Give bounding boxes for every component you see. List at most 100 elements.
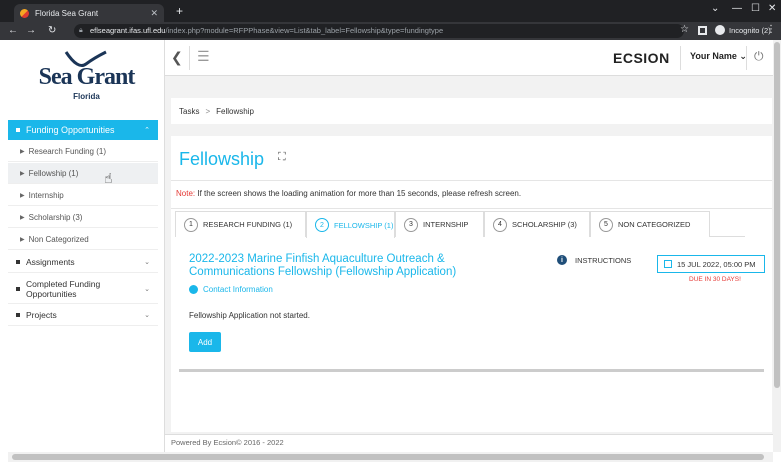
sidebar-subitem-fellowship[interactable]: ▶ Fellowship (1) (8, 163, 158, 184)
add-button[interactable]: Add (189, 332, 221, 352)
fullscreen-icon[interactable]: ⛶ (278, 151, 286, 164)
note-text: If the screen shows the loading animatio… (197, 189, 522, 198)
logo-title: Sea Grant (38, 64, 136, 90)
tab-number: 1 (184, 217, 198, 232)
tab-label: INTERNSHIP (423, 220, 469, 229)
scrollbar-thumb[interactable] (774, 42, 780, 388)
bullet-icon (16, 313, 20, 317)
address-bar-row: ← → ↻ 🔒︎ eflseagrant.ifas.ufl.edu/index.… (0, 22, 781, 40)
bullet-icon (16, 128, 20, 132)
browser-tab[interactable]: Florida Sea Grant ✕ (14, 4, 164, 22)
url-path: /index.php?module=RFPPhase&view=List&tab… (165, 26, 444, 35)
horizontal-scrollbar[interactable] (8, 452, 773, 462)
sidebar-subitem-label: Research Funding (1) (28, 146, 106, 156)
breadcrumb: Tasks > Fellowship (171, 98, 772, 124)
chevron-down-icon: ⌄ (144, 312, 150, 319)
new-tab-icon[interactable]: + (176, 4, 183, 18)
incognito-icon (715, 25, 725, 35)
tab-number: 3 (404, 217, 418, 232)
divider (680, 46, 681, 70)
instructions-link[interactable]: i INSTRUCTIONS (557, 255, 631, 265)
funding-tabs: 1 RESEARCH FUNDING (1) 2 FELLOWSHIP (1) … (175, 211, 745, 238)
info-icon: i (557, 255, 567, 265)
bookmark-star-icon[interactable]: ☆ (680, 24, 689, 35)
caret-right-icon: ▶ (20, 214, 25, 221)
tab-fellowship[interactable]: 2 FELLOWSHIP (1) (306, 211, 395, 238)
sidebar-subitem-research-funding[interactable]: ▶ Research Funding (1) (8, 141, 158, 162)
chevron-up-icon: ⌃ (144, 127, 150, 134)
reload-icon[interactable]: ↻ (48, 25, 56, 36)
contact-label: Contact Information (203, 285, 273, 294)
hand-cursor-icon: ☝ (104, 170, 113, 186)
sidebar-subitem-internship[interactable]: ▶ Internship (8, 185, 158, 206)
bullet-icon (16, 260, 20, 264)
url-input[interactable]: 🔒︎ eflseagrant.ifas.ufl.edu/index.php?mo… (74, 24, 684, 38)
user-menu[interactable]: Your Name ⌄ (690, 51, 747, 62)
sidebar: Sea Grant Florida Funding Opportunities … (8, 40, 165, 452)
tab-label: SCHOLARSHIP (3) (512, 220, 577, 229)
sea-grant-logo[interactable]: Sea Grant Florida (8, 40, 165, 120)
window-close-icon[interactable]: ✕ (768, 3, 776, 14)
scrollbar-thumb[interactable] (12, 454, 764, 460)
contact-information-link[interactable]: Contact Information (189, 285, 273, 294)
user-name: Your Name (690, 51, 737, 61)
loading-note: Note: If the screen shows the loading an… (176, 189, 521, 198)
application-status: Fellowship Application not started. (189, 311, 310, 320)
hamburger-menu-icon[interactable]: ☰ (197, 48, 210, 65)
minimize-icon[interactable]: — (732, 3, 742, 14)
sidebar-item-funding-opportunities[interactable]: Funding Opportunities ⌃ (8, 120, 158, 140)
brand-logo[interactable]: ECSION (613, 50, 670, 66)
favicon-icon (20, 8, 29, 18)
chevron-down-icon: ⌄ (144, 285, 150, 293)
caret-right-icon: ▶ (20, 192, 25, 199)
maximize-icon[interactable]: ☐ (751, 3, 760, 14)
tab-scholarship[interactable]: 4 SCHOLARSHIP (3) (484, 211, 590, 237)
sidebar-item-projects[interactable]: Projects ⌄ (8, 305, 158, 326)
application-panel: 2022-2023 Marine Finfish Aquaculture Out… (179, 243, 765, 372)
back-chevron-icon[interactable]: ❮ (171, 49, 183, 66)
tab-non-categorized[interactable]: 5 NON CATEGORIZED (590, 211, 710, 237)
due-countdown: DUE IN 30 DAYS! (689, 276, 741, 283)
calendar-icon (664, 260, 672, 268)
back-arrow-icon[interactable]: ← (8, 25, 18, 36)
tab-internship[interactable]: 3 INTERNSHIP (395, 211, 484, 237)
breadcrumb-separator: > (205, 106, 211, 116)
page-title: Fellowship (179, 149, 265, 169)
incognito-profile[interactable]: Incognito (2) (715, 25, 771, 35)
sidebar-subitem-scholarship[interactable]: ▶ Scholarship (3) (8, 207, 158, 228)
close-tab-icon[interactable]: ✕ (150, 8, 158, 19)
vertical-scrollbar[interactable] (773, 40, 781, 452)
divider (746, 46, 747, 70)
reader-mode-icon[interactable] (698, 26, 707, 35)
browser-tab-bar: Florida Sea Grant ✕ + ⌄ — ☐ ✕ (0, 0, 781, 22)
application-title[interactable]: 2022-2023 Marine Finfish Aquaculture Out… (189, 253, 519, 279)
sidebar-subitem-non-categorized[interactable]: ▶ Non Categorized (8, 229, 158, 250)
contact-icon (189, 285, 198, 294)
browser-menu-icon[interactable]: ⋮ (766, 24, 776, 35)
breadcrumb-current: Fellowship (216, 106, 254, 116)
breadcrumb-tasks-link[interactable]: Tasks (179, 107, 199, 116)
caret-right-icon: ▶ (20, 170, 25, 177)
divider (179, 369, 764, 372)
sidebar-item-label: Projects (26, 310, 57, 320)
sidebar-item-label: Assignments (26, 257, 75, 267)
sidebar-subitem-label: Fellowship (1) (28, 168, 79, 178)
divider (171, 208, 772, 209)
tab-search-icon[interactable]: ⌄ (711, 3, 719, 14)
sidebar-item-label: Completed Funding Opportunities (26, 278, 101, 299)
tab-research-funding[interactable]: 1 RESEARCH FUNDING (1) (175, 211, 306, 237)
footer: Powered By Ecsion© 2016 - 2022 (165, 434, 773, 452)
sidebar-item-label: Funding Opportunities (26, 125, 115, 135)
web-page: Sea Grant Florida Funding Opportunities … (8, 40, 773, 452)
logo-subtitle: Florida (73, 92, 100, 101)
sidebar-item-completed-funding[interactable]: Completed Funding Opportunities ⌄ (8, 274, 158, 304)
tab-label: FELLOWSHIP (1) (334, 220, 394, 230)
forward-arrow-icon[interactable]: → (26, 25, 36, 36)
sidebar-subitem-label: Scholarship (3) (28, 212, 83, 222)
tab-number: 2 (315, 218, 329, 232)
sidebar-item-assignments[interactable]: Assignments ⌄ (8, 252, 158, 273)
power-icon[interactable]: ⏻ (754, 49, 764, 64)
divider (171, 180, 772, 181)
due-date: 15 JUL 2022, 05:00 PM (677, 259, 756, 269)
sidebar-subitem-label: Internship (28, 190, 64, 200)
